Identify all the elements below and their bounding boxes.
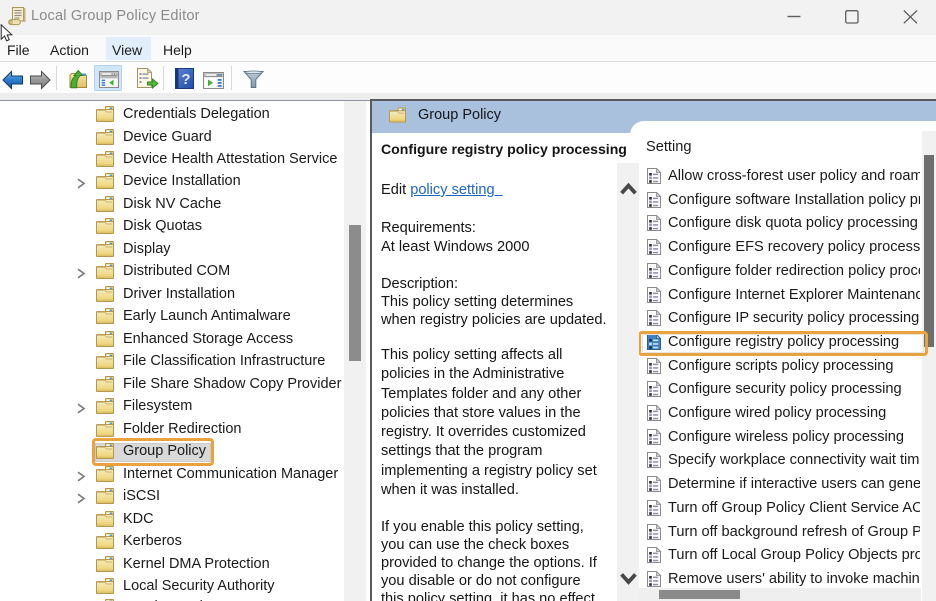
svg-text:?: ?	[181, 71, 190, 88]
